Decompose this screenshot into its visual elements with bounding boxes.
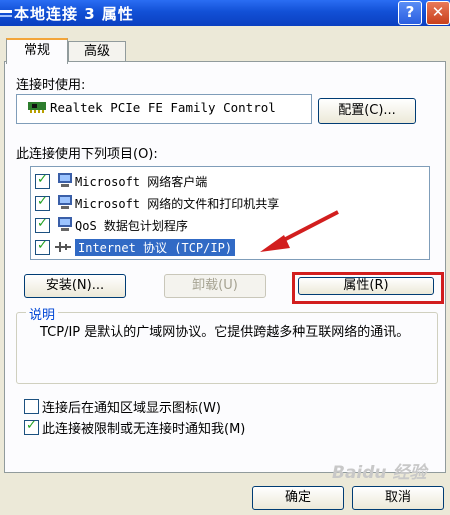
checkbox-ms-client[interactable]: ✓ (35, 172, 50, 189)
description-text: TCP/IP 是默认的广域网协议。它提供跨越多种互联网络的通讯。 (40, 325, 410, 340)
list-item[interactable]: ✓ Microsoft 网络的文件和打印机共享 (31, 193, 421, 213)
window-title: 本地连接 3 属性 (14, 5, 134, 23)
list-item[interactable]: ✓ Internet 协议 (TCP/IP) (31, 237, 421, 257)
checkbox-qos[interactable]: ✓ (35, 216, 50, 233)
description-group (16, 312, 438, 384)
item-label-ms-client: Microsoft 网络客户端 (75, 175, 208, 189)
components-list[interactable]: ✓ Microsoft 网络客户端 ✓ Microsoft 网络的文件和打印机共… (30, 166, 430, 260)
notify-checkbox[interactable]: ✓ (24, 418, 39, 435)
notify-label: 此连接被限制或无连接时通知我(M) (42, 422, 246, 437)
network-adapter-icon (28, 102, 46, 113)
red-arrow-annotation (260, 210, 339, 252)
description-title: 说明 (26, 304, 59, 323)
adapter-name: Realtek PCIe FE Family Control (50, 100, 276, 115)
item-label-file-sharing: Microsoft 网络的文件和打印机共享 (75, 197, 280, 211)
item-label-qos: QoS 数据包计划程序 (75, 219, 188, 233)
item-label-tcpip: Internet 协议 (TCP/IP) (75, 239, 236, 256)
properties-highlight-box (292, 272, 444, 304)
computer-icon (58, 173, 72, 187)
help-button[interactable]: ? (398, 1, 422, 25)
connect-using-label: 连接时使用: (16, 78, 86, 93)
watermark: Baidu 经验 (332, 463, 427, 483)
show-icon-label: 连接后在通知区域显示图标(W) (42, 401, 221, 416)
tab-advanced[interactable]: 高级 (68, 41, 126, 62)
close-button[interactable]: ✕ (426, 1, 450, 25)
title-bar[interactable]: 本地连接 3 属性 ? ✕ (0, 0, 450, 26)
show-icon-checkbox[interactable] (24, 399, 39, 414)
computer-icon (58, 195, 72, 209)
tab-general[interactable]: 常规 (6, 38, 68, 64)
install-button[interactable]: 安装(N)... (24, 274, 126, 298)
list-item[interactable]: ✓ Microsoft 网络客户端 (31, 171, 421, 191)
computer-icon (58, 217, 72, 231)
components-label: 此连接使用下列项目(O): (16, 147, 158, 162)
checkbox-tcpip[interactable]: ✓ (35, 238, 50, 255)
protocol-icon (55, 242, 71, 252)
uninstall-button[interactable]: 卸载(U) (164, 274, 266, 298)
list-item[interactable]: ✓ QoS 数据包计划程序 (31, 215, 421, 235)
configure-button[interactable]: 配置(C)... (318, 98, 416, 124)
ok-button[interactable]: 确定 (252, 486, 344, 510)
checkbox-file-sharing[interactable]: ✓ (35, 194, 50, 211)
cancel-button[interactable]: 取消 (352, 486, 444, 510)
